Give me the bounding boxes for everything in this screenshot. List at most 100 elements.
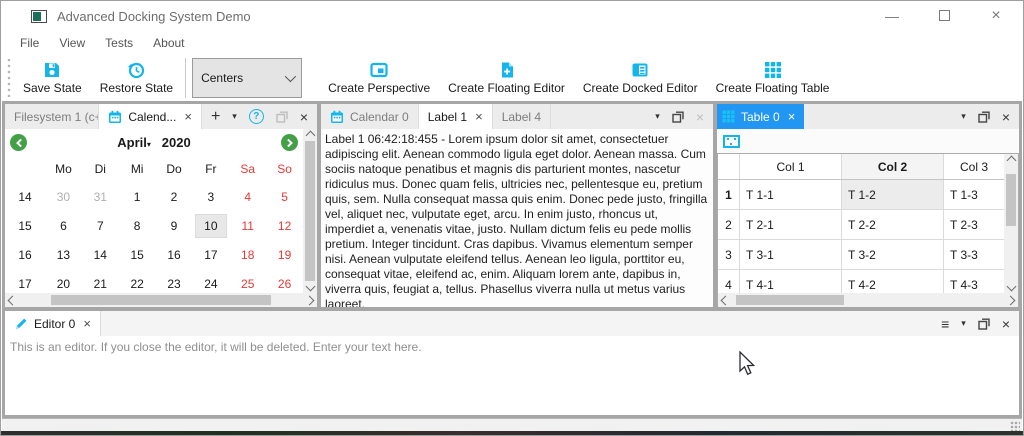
- scroll-right-icon[interactable]: [1006, 295, 1016, 305]
- save-state-button[interactable]: Save State: [14, 56, 91, 100]
- calendar-year[interactable]: 2020: [162, 135, 191, 150]
- table-cell[interactable]: T 3-2: [842, 240, 944, 269]
- editor-menu-icon[interactable]: ≡: [941, 317, 949, 331]
- create-floating-table-button[interactable]: Create Floating Table: [707, 56, 839, 100]
- calendar-horizontal-scrollbar[interactable]: [5, 293, 317, 307]
- table-horizontal-scrollbar[interactable]: [718, 293, 1018, 307]
- tab-label-1[interactable]: Label 1 ×: [419, 104, 493, 129]
- calendar-day[interactable]: 15: [119, 248, 156, 262]
- tab-calendar-1[interactable]: Calend... ×: [99, 104, 202, 129]
- table-cell[interactable]: T 1-3: [944, 180, 1004, 209]
- toolbar-drag-handle[interactable]: [5, 59, 12, 97]
- calendar-day[interactable]: 24: [192, 277, 229, 291]
- scroll-up-icon[interactable]: [305, 131, 315, 141]
- tab-label-4[interactable]: Label 4: [493, 104, 551, 129]
- close-dock-icon[interactable]: ×: [1002, 317, 1010, 331]
- create-perspective-button[interactable]: Create Perspective: [319, 56, 439, 100]
- scrollbar-handle[interactable]: [305, 141, 315, 281]
- tab-menu-chevron-icon[interactable]: ▾: [961, 112, 966, 121]
- row-header[interactable]: 4: [718, 270, 740, 293]
- calendar-day[interactable]: 21: [82, 277, 119, 291]
- menu-view[interactable]: View: [49, 34, 95, 52]
- calendar-day[interactable]: 1: [119, 190, 156, 204]
- scroll-left-icon[interactable]: [721, 295, 731, 305]
- maximize-button[interactable]: [935, 8, 953, 24]
- scrollbar-handle[interactable]: [51, 295, 271, 305]
- help-icon[interactable]: ?: [249, 109, 264, 124]
- column-header[interactable]: Col 2: [842, 154, 944, 179]
- tab-close-icon[interactable]: ×: [473, 110, 483, 123]
- calendar-day[interactable]: 18: [229, 248, 266, 262]
- tab-close-icon[interactable]: ×: [182, 110, 192, 123]
- calendar-day[interactable]: 23: [156, 277, 193, 291]
- menu-about[interactable]: About: [143, 34, 194, 52]
- calendar-day[interactable]: 6: [45, 219, 82, 233]
- tab-close-icon[interactable]: ×: [81, 317, 91, 330]
- row-header[interactable]: 2: [718, 210, 740, 239]
- calendar-month[interactable]: April: [117, 135, 147, 150]
- calendar-day[interactable]: 30: [45, 190, 82, 204]
- calendar-day[interactable]: 9: [156, 219, 193, 233]
- calendar-day[interactable]: 7: [82, 219, 119, 233]
- perspective-combobox[interactable]: Centers: [192, 58, 302, 98]
- minimize-button[interactable]: —: [883, 8, 901, 24]
- table-cell[interactable]: T 4-1: [740, 270, 842, 293]
- table-cell[interactable]: T 3-1: [740, 240, 842, 269]
- calendar-day[interactable]: 2: [156, 190, 193, 204]
- calendar-day[interactable]: 22: [119, 277, 156, 291]
- add-tab-button[interactable]: +: [211, 109, 220, 125]
- tab-menu-chevron-icon[interactable]: ▾: [655, 112, 660, 121]
- menu-file[interactable]: File: [10, 34, 49, 52]
- table-cell[interactable]: T 1-2: [842, 180, 944, 209]
- calendar-day[interactable]: 31: [82, 190, 119, 204]
- scroll-right-icon[interactable]: [305, 295, 315, 305]
- tab-filesystem-1[interactable]: Filesystem 1 (c+ m...: [5, 104, 99, 129]
- column-header[interactable]: Col 3: [944, 154, 1004, 179]
- scrollbar-handle[interactable]: [1006, 174, 1016, 226]
- calendar-day[interactable]: 13: [45, 248, 82, 262]
- calendar-day[interactable]: 12: [266, 219, 303, 233]
- row-header[interactable]: 1: [718, 180, 740, 209]
- tab-menu-chevron-icon[interactable]: ▾: [961, 319, 966, 328]
- table-cell[interactable]: T 2-1: [740, 210, 842, 239]
- close-button[interactable]: ×: [987, 7, 1005, 25]
- scrollbar-handle[interactable]: [736, 295, 844, 305]
- tab-menu-chevron-icon[interactable]: ▾: [232, 112, 237, 121]
- tab-table-0[interactable]: Table 0 ×: [717, 104, 804, 129]
- scroll-down-icon[interactable]: [1006, 282, 1016, 292]
- float-dock-icon[interactable]: [978, 111, 990, 123]
- table-cell[interactable]: T 2-2: [842, 210, 944, 239]
- calendar-month-year[interactable]: April▾ 2020: [27, 135, 281, 150]
- calendar-day[interactable]: 8: [119, 219, 156, 233]
- create-docked-editor-button[interactable]: Create Docked Editor: [574, 56, 707, 100]
- menu-tests[interactable]: Tests: [95, 34, 143, 52]
- row-header[interactable]: 3: [718, 240, 740, 269]
- editor-textarea[interactable]: This is an editor. If you close the edit…: [5, 336, 1019, 415]
- calendar-day[interactable]: 19: [266, 248, 303, 262]
- column-header[interactable]: Col 1: [740, 154, 842, 179]
- table-cell[interactable]: T 4-2: [842, 270, 944, 293]
- tab-close-icon[interactable]: ×: [786, 110, 796, 123]
- scroll-up-icon[interactable]: [1006, 156, 1016, 166]
- float-dock-icon[interactable]: [672, 111, 684, 123]
- calendar-day[interactable]: 20: [45, 277, 82, 291]
- scroll-down-icon[interactable]: [305, 282, 315, 292]
- calendar-day[interactable]: 17: [192, 248, 229, 262]
- close-dock-icon[interactable]: ×: [300, 110, 308, 124]
- table-vertical-scrollbar[interactable]: [1004, 154, 1018, 293]
- table-borders-icon[interactable]: [723, 135, 740, 148]
- calendar-day[interactable]: 4: [229, 190, 266, 204]
- resize-grip[interactable]: [1010, 421, 1020, 431]
- scroll-left-icon[interactable]: [8, 295, 18, 305]
- table-cell[interactable]: T 3-3: [944, 240, 1004, 269]
- calendar-day[interactable]: 14: [82, 248, 119, 262]
- table-cell[interactable]: T 2-3: [944, 210, 1004, 239]
- calendar-next-button[interactable]: [281, 134, 298, 151]
- calendar-day[interactable]: 25: [229, 277, 266, 291]
- calendar-day[interactable]: 11: [229, 219, 266, 233]
- close-dock-icon[interactable]: ×: [1002, 110, 1010, 124]
- restore-state-button[interactable]: Restore State: [91, 56, 182, 100]
- calendar-vertical-scrollbar[interactable]: [303, 129, 317, 293]
- calendar-day[interactable]: 3: [192, 190, 229, 204]
- close-dock-icon[interactable]: ×: [696, 110, 704, 124]
